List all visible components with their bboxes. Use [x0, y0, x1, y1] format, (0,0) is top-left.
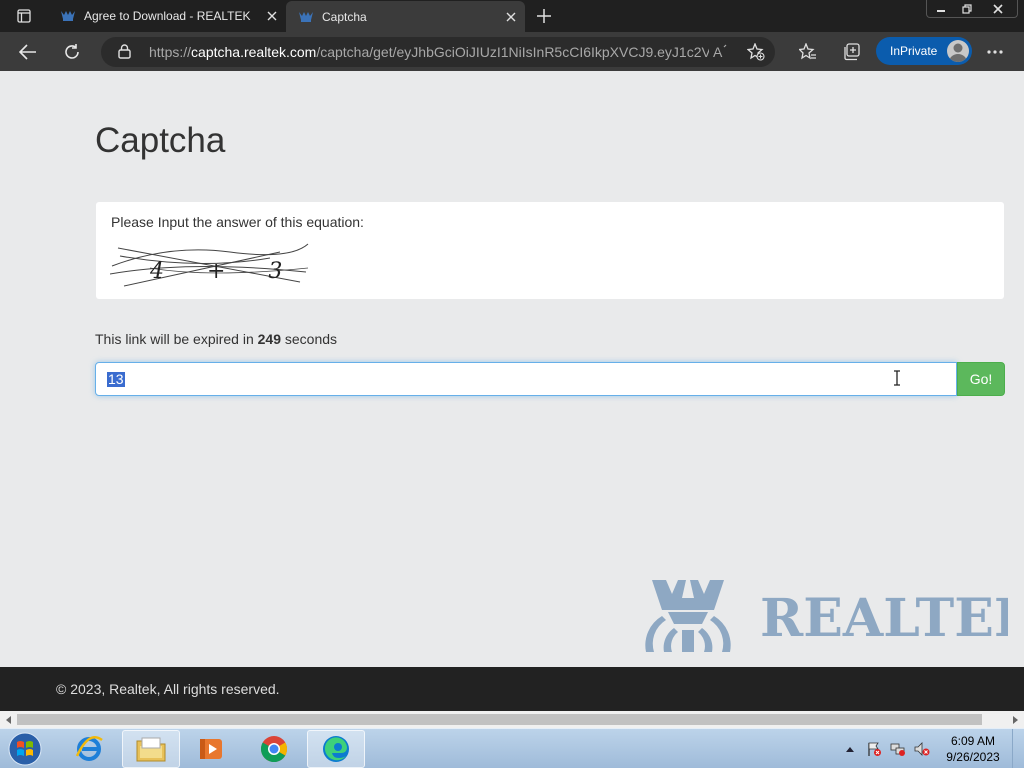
- close-window-button[interactable]: [980, 0, 1016, 18]
- close-tab-icon[interactable]: [262, 6, 282, 26]
- address-bar[interactable]: https://captcha.realtek.com/captcha/get/…: [101, 37, 775, 67]
- tab-captcha[interactable]: Captcha: [286, 1, 525, 32]
- scroll-right-icon[interactable]: [1009, 714, 1021, 725]
- minimize-button[interactable]: [928, 0, 954, 18]
- expire-notice: This link will be expired in 249 seconds: [95, 331, 337, 347]
- close-tab-icon[interactable]: [501, 7, 521, 27]
- logo-text: REALTEK: [760, 588, 1008, 649]
- horizontal-scrollbar[interactable]: [0, 711, 1024, 728]
- go-button[interactable]: Go!: [957, 362, 1005, 396]
- profile-avatar-icon: [947, 40, 969, 62]
- svg-text:A: A: [713, 44, 723, 60]
- page-footer: © 2023, Realtek, All rights reserved.: [0, 667, 1024, 711]
- tab-title: Captcha: [322, 9, 367, 24]
- back-arrow-icon[interactable]: [14, 38, 42, 66]
- copyright-text: © 2023, Realtek, All rights reserved.: [56, 681, 280, 697]
- start-button[interactable]: [4, 729, 46, 768]
- answer-value: 13: [107, 371, 125, 387]
- url-text: https://captcha.realtek.com/captcha/get/…: [149, 44, 709, 60]
- tab-actions-icon[interactable]: [8, 5, 40, 27]
- text-cursor-icon: [893, 370, 901, 391]
- captcha-image: 4 + 3: [110, 243, 309, 287]
- taskbar: 6:09 AM 9/26/2023: [0, 728, 1024, 768]
- system-clock[interactable]: 6:09 AM 9/26/2023: [944, 733, 1002, 765]
- page-title: Captcha: [95, 121, 226, 160]
- tab-title: Agree to Download - REALTEK: [84, 9, 251, 23]
- restore-button[interactable]: [954, 0, 980, 18]
- scroll-left-icon[interactable]: [3, 714, 15, 725]
- page-content: Captcha Please Input the answer of this …: [0, 71, 1024, 667]
- inprivate-badge[interactable]: InPrivate: [876, 37, 972, 65]
- browser-toolbar: https://captcha.realtek.com/captcha/get/…: [0, 32, 1024, 71]
- inprivate-label: InPrivate: [890, 44, 938, 58]
- answer-input[interactable]: 13: [95, 362, 957, 396]
- realtek-favicon-icon: [298, 9, 314, 25]
- captcha-panel: Please Input the answer of this equation…: [96, 202, 1004, 299]
- tab-agree-to-download[interactable]: Agree to Download - REALTEK: [48, 0, 286, 32]
- url-host: captcha.realtek.com: [191, 44, 317, 60]
- captcha-text: 4 + 3: [149, 259, 300, 284]
- read-aloud-icon[interactable]: A: [713, 44, 731, 65]
- volume-muted-icon[interactable]: [912, 729, 932, 768]
- network-icon[interactable]: [888, 729, 908, 768]
- lock-icon[interactable]: [118, 44, 131, 64]
- edge-icon[interactable]: [307, 730, 365, 768]
- expire-seconds: 249: [257, 331, 281, 347]
- captcha-prompt: Please Input the answer of this equation…: [111, 214, 364, 230]
- clock-time: 6:09 AM: [950, 734, 996, 748]
- url-prefix: https://: [149, 44, 192, 60]
- chrome-icon[interactable]: [245, 730, 303, 768]
- add-favorite-icon[interactable]: [746, 42, 765, 66]
- file-explorer-icon[interactable]: [122, 730, 180, 768]
- scrollbar-thumb[interactable]: [17, 714, 982, 725]
- more-options-icon[interactable]: [981, 38, 1009, 66]
- media-player-icon[interactable]: [182, 730, 240, 768]
- internet-explorer-icon[interactable]: [60, 730, 118, 768]
- realtek-logo: REALTEK: [645, 580, 1008, 652]
- realtek-favicon-icon: [60, 8, 76, 24]
- clock-date: 9/26/2023: [946, 750, 1000, 764]
- expire-prefix: This link will be expired in: [95, 331, 254, 347]
- favorites-icon[interactable]: [794, 38, 822, 66]
- url-path: /captcha/get/eyJhbGciOiJIUzI1NiIsInR5cCI…: [316, 44, 709, 60]
- refresh-icon[interactable]: [58, 38, 86, 66]
- show-hidden-icons[interactable]: [844, 729, 856, 768]
- collections-icon[interactable]: [838, 38, 866, 66]
- new-tab-button[interactable]: [532, 4, 556, 28]
- action-center-flag-icon[interactable]: [864, 729, 884, 768]
- tab-strip: Agree to Download - REALTEK Captcha: [0, 0, 1024, 32]
- expire-suffix: seconds: [284, 331, 338, 347]
- show-desktop-button[interactable]: [1012, 729, 1024, 768]
